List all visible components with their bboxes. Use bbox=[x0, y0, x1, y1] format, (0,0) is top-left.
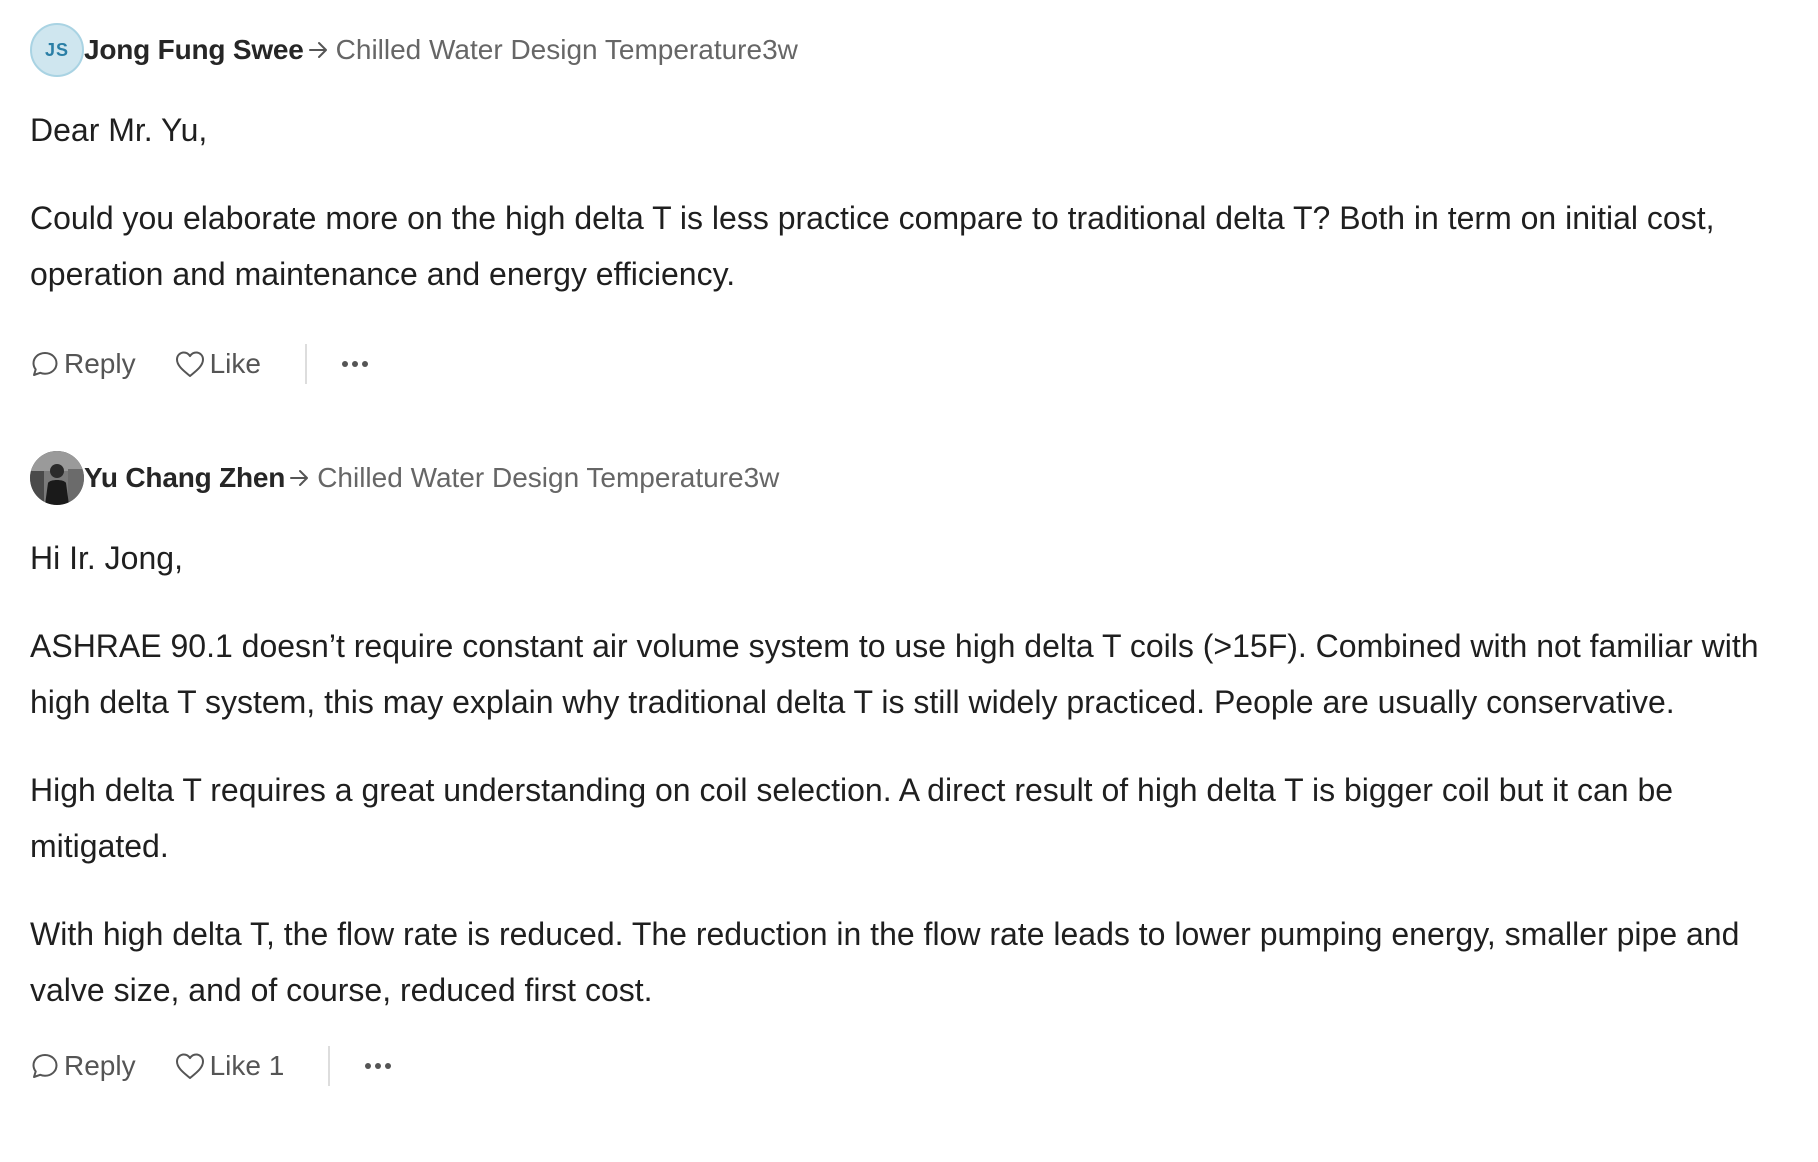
reply-button[interactable]: Reply bbox=[30, 1050, 136, 1082]
arrow-right-icon bbox=[308, 40, 330, 60]
comment-paragraph: Hi Ir. Jong, bbox=[30, 540, 183, 576]
comment-body: Dear Mr. Yu, Could you elaborate more on… bbox=[30, 102, 1798, 302]
comment-paragraph: Dear Mr. Yu, bbox=[30, 112, 208, 148]
like-label: Like 1 bbox=[209, 1050, 285, 1081]
author-name[interactable]: Yu Chang Zhen bbox=[84, 462, 285, 494]
comment-paragraph: Could you elaborate more on the high del… bbox=[30, 200, 1715, 292]
comment-actions: Reply Like bbox=[30, 342, 1798, 386]
heart-icon bbox=[174, 1051, 206, 1081]
heart-icon bbox=[174, 349, 206, 379]
reply-label: Reply bbox=[64, 1050, 136, 1081]
comment-header: Yu Chang Zhen Chilled Water Design Tempe… bbox=[30, 450, 1798, 506]
arrow-right-icon bbox=[289, 468, 311, 488]
more-horizontal-icon[interactable] bbox=[364, 1062, 392, 1070]
comment-body: Hi Ir. Jong, ASHRAE 90.1 doesn’t require… bbox=[30, 530, 1798, 1018]
topic-link[interactable]: Chilled Water Design Temperature bbox=[336, 34, 762, 66]
avatar[interactable] bbox=[30, 451, 84, 505]
timestamp: 3w bbox=[743, 462, 780, 493]
more-horizontal-icon[interactable] bbox=[341, 360, 369, 368]
user-photo-icon bbox=[30, 451, 84, 505]
like-label: Like bbox=[209, 348, 261, 379]
comment: JS Jong Fung Swee Chilled Water Design T… bbox=[30, 22, 1798, 386]
comment-paragraph: High delta T requires a great understand… bbox=[30, 772, 1674, 864]
timestamp: 3w bbox=[762, 34, 798, 65]
reply-icon bbox=[30, 349, 60, 379]
actions-divider bbox=[328, 1046, 331, 1086]
comment-feed: JS Jong Fung Swee Chilled Water Design T… bbox=[0, 0, 1818, 1162]
comment-header: JS Jong Fung Swee Chilled Water Design T… bbox=[30, 22, 1798, 78]
avatar-initials: JS bbox=[44, 39, 70, 60]
avatar[interactable]: JS bbox=[30, 23, 84, 77]
reply-button[interactable]: Reply bbox=[30, 348, 136, 380]
reply-icon bbox=[30, 1051, 60, 1081]
reply-label: Reply bbox=[64, 348, 136, 379]
topic-link[interactable]: Chilled Water Design Temperature bbox=[317, 462, 743, 494]
comment-actions: Reply Like 1 bbox=[30, 1044, 1798, 1088]
like-button[interactable]: Like bbox=[174, 348, 261, 380]
actions-divider bbox=[304, 344, 307, 384]
comment: Yu Chang Zhen Chilled Water Design Tempe… bbox=[30, 450, 1798, 1088]
like-button[interactable]: Like 1 bbox=[174, 1050, 285, 1082]
author-name[interactable]: Jong Fung Swee bbox=[84, 34, 304, 66]
comment-paragraph: ASHRAE 90.1 doesn’t require constant air… bbox=[30, 628, 1759, 720]
comment-paragraph: With high delta T, the flow rate is redu… bbox=[30, 916, 1740, 1008]
